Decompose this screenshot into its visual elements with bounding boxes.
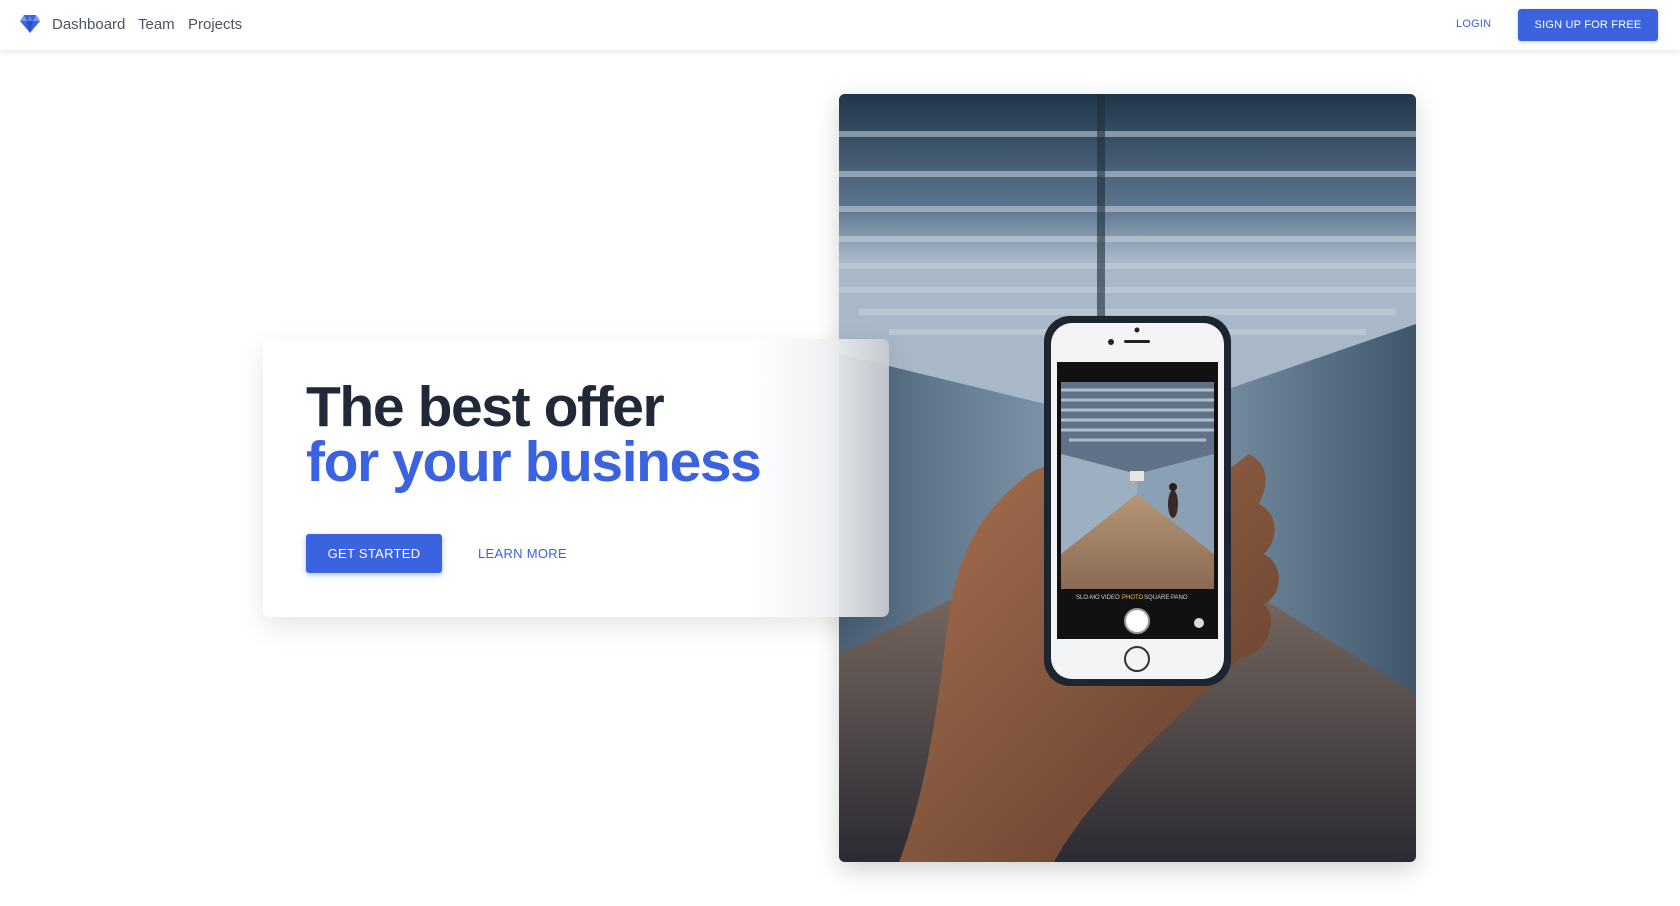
- phone-corridor-illustration: SLO-MO VIDEO PHOTO SQUARE PANO: [839, 94, 1416, 862]
- top-navbar: Dashboard Team Projects LOGIN SIGN UP FO…: [0, 0, 1680, 50]
- get-started-button[interactable]: GET STARTED: [306, 534, 442, 573]
- headline-line-1: The best offer: [306, 375, 665, 439]
- hero-card: The best offer for your business GET STA…: [263, 339, 889, 617]
- svg-text:PANO: PANO: [1171, 595, 1188, 601]
- nav-link-team[interactable]: Team: [138, 16, 175, 33]
- svg-text:SQUARE: SQUARE: [1144, 595, 1169, 601]
- hero-image: SLO-MO VIDEO PHOTO SQUARE PANO: [839, 94, 1416, 862]
- svg-text:PHOTO: PHOTO: [1122, 595, 1144, 601]
- nav-link-dashboard[interactable]: Dashboard: [52, 16, 125, 33]
- login-link[interactable]: LOGIN: [1456, 18, 1491, 30]
- diamond-icon[interactable]: [19, 14, 41, 34]
- headline-line-2: for your business: [306, 430, 762, 494]
- signup-button[interactable]: SIGN UP FOR FREE: [1518, 9, 1658, 41]
- nav-link-projects[interactable]: Projects: [188, 16, 242, 33]
- svg-text:SLO-MO: SLO-MO: [1076, 595, 1100, 601]
- svg-text:VIDEO: VIDEO: [1101, 595, 1120, 601]
- hero-headline: The best offer for your business: [306, 375, 762, 494]
- learn-more-link[interactable]: LEARN MORE: [478, 546, 567, 561]
